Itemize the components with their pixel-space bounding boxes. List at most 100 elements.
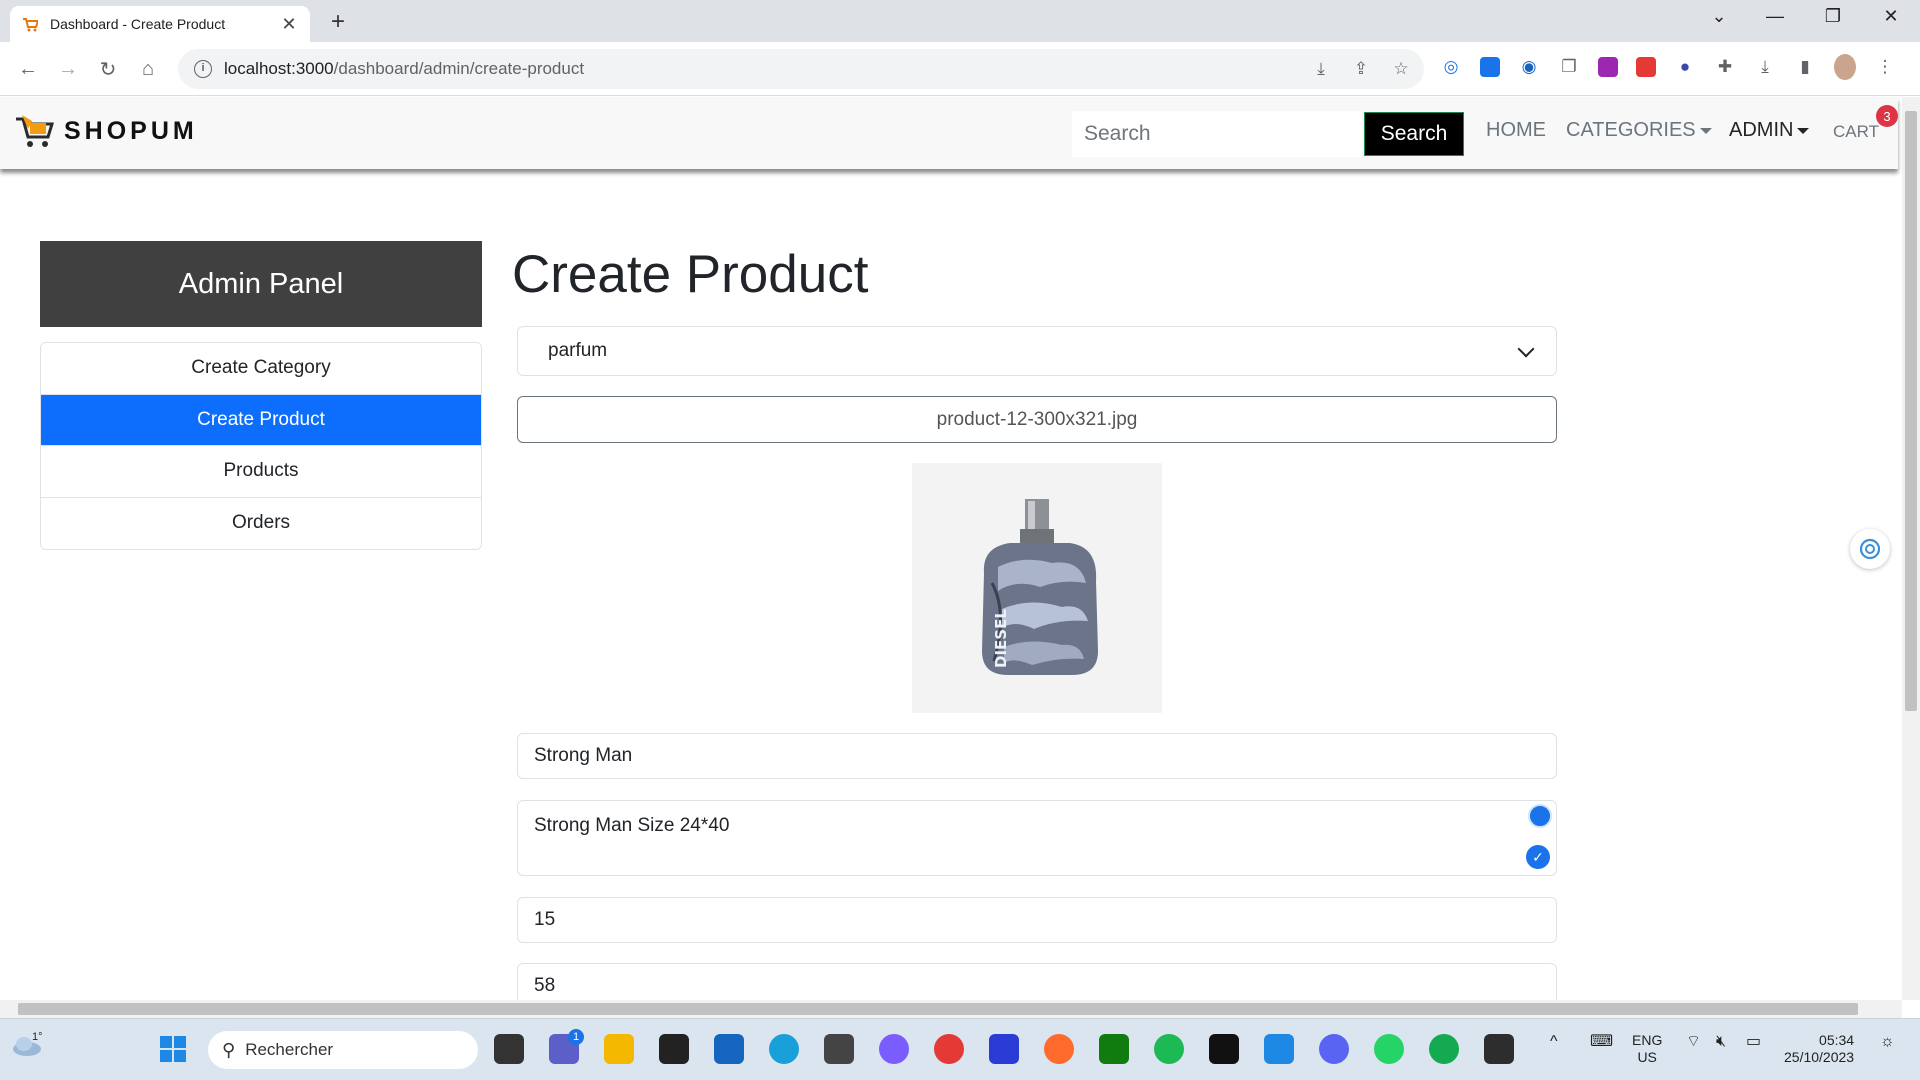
site-header: SHOPUM Search Search HOME CATEGORIES ADM… bbox=[0, 97, 1898, 169]
profile-avatar[interactable] bbox=[1834, 54, 1856, 80]
weather-widget[interactable]: 1° bbox=[10, 1031, 50, 1063]
battery-icon[interactable]: ▭ bbox=[1746, 1033, 1761, 1050]
browser-toolbar: ← → ↻ ⌂ i localhost:3000/dashboard/admin… bbox=[0, 42, 1920, 96]
extension-drop-icon[interactable] bbox=[1480, 57, 1500, 77]
extension-purple-icon[interactable] bbox=[1598, 57, 1618, 77]
show-hidden-icons-chevron-icon[interactable]: ^ bbox=[1550, 1033, 1558, 1050]
edge-icon[interactable] bbox=[769, 1034, 799, 1064]
back-icon[interactable]: ← bbox=[14, 55, 42, 83]
reload-icon[interactable]: ↻ bbox=[94, 55, 122, 83]
xbox-icon[interactable] bbox=[1099, 1034, 1129, 1064]
upload-photo-button[interactable]: product-12-300x321.jpg bbox=[517, 396, 1557, 443]
wifi-icon[interactable]: ⌔ bbox=[1686, 1033, 1701, 1050]
nav-home[interactable]: HOME bbox=[1486, 119, 1546, 142]
menu-create-product[interactable]: Create Product bbox=[41, 394, 481, 446]
url-text: localhost:3000/dashboard/admin/create-pr… bbox=[224, 59, 585, 78]
spotify-icon[interactable] bbox=[1154, 1034, 1184, 1064]
product-name-input[interactable]: Strong Man bbox=[517, 733, 1557, 779]
menu-orders[interactable]: Orders bbox=[41, 497, 481, 549]
product-description-textarea[interactable]: Strong Man Size 24*40 ✓ bbox=[517, 800, 1557, 876]
product-quantity-input[interactable]: 58 bbox=[517, 963, 1557, 1000]
notifications-icon[interactable]: ☼ bbox=[1880, 1033, 1895, 1050]
product-image-preview: DIESEL bbox=[912, 463, 1162, 713]
whatsapp-icon[interactable] bbox=[1374, 1034, 1404, 1064]
vscode-icon[interactable] bbox=[1264, 1034, 1294, 1064]
chrome-menu-icon[interactable]: ⋮ bbox=[1874, 57, 1896, 77]
search-input[interactable]: Search bbox=[1072, 111, 1362, 157]
taskbar-search[interactable]: ⚲ Rechercher bbox=[208, 1031, 478, 1069]
close-window-button[interactable]: ✕ bbox=[1876, 6, 1906, 27]
address-bar[interactable]: i localhost:3000/dashboard/admin/create-… bbox=[178, 49, 1424, 89]
horizontal-scroll-thumb[interactable] bbox=[18, 1003, 1858, 1015]
nav-categories[interactable]: CATEGORIES bbox=[1566, 119, 1712, 142]
browser-tab[interactable]: Dashboard - Create Product ✕ bbox=[10, 6, 310, 42]
shop-favicon-icon bbox=[22, 16, 40, 32]
chevron-down-icon bbox=[1517, 340, 1535, 358]
terminal-icon[interactable] bbox=[1484, 1034, 1514, 1064]
horizontal-scrollbar[interactable] bbox=[0, 1000, 1902, 1018]
menu-products[interactable]: Products bbox=[41, 446, 481, 498]
language-indicator[interactable]: ENG US bbox=[1632, 1032, 1662, 1066]
tab-search-chevron-icon[interactable]: ⌄ bbox=[1704, 6, 1734, 27]
windows-taskbar: 1° ⚲ Rechercher 1 ^ ⌨ ENG US ⌔ 🔇︎ ▭ 05:3… bbox=[0, 1018, 1920, 1080]
windows-start-icon[interactable] bbox=[158, 1034, 188, 1064]
website-viewport: SHOPUM Search Search HOME CATEGORIES ADM… bbox=[0, 97, 1902, 1000]
vertical-scroll-thumb[interactable] bbox=[1905, 111, 1917, 711]
search-icon: ⚲ bbox=[222, 1039, 236, 1060]
clock[interactable]: 05:34 25/10/2023 bbox=[1784, 1032, 1854, 1066]
new-tab-button[interactable]: + bbox=[326, 8, 350, 36]
admin-menu: Create Category Create Product Products … bbox=[40, 342, 482, 550]
tab-title: Dashboard - Create Product bbox=[50, 16, 226, 32]
cart-logo-icon bbox=[14, 111, 55, 151]
bookmark-star-icon[interactable]: ☆ bbox=[1390, 59, 1412, 79]
extension-wordpress-icon[interactable]: ◉ bbox=[1518, 57, 1540, 77]
perfume-bottle-image: DIESEL bbox=[982, 499, 1098, 675]
admin-panel-title: Admin Panel bbox=[40, 241, 482, 327]
postman-icon[interactable] bbox=[1044, 1034, 1074, 1064]
share-icon[interactable]: ⇪ bbox=[1350, 59, 1372, 79]
mongodb-icon[interactable] bbox=[1429, 1034, 1459, 1064]
product-price-input[interactable]: 15 bbox=[517, 897, 1557, 943]
restore-button[interactable]: ❐ bbox=[1818, 6, 1848, 27]
description-text: Strong Man Size 24*40 bbox=[534, 815, 730, 836]
page-title: Create Product bbox=[512, 245, 869, 304]
search-button[interactable]: Search bbox=[1364, 112, 1464, 156]
forward-icon[interactable]: → bbox=[54, 55, 82, 83]
home-icon[interactable]: ⌂ bbox=[134, 55, 162, 83]
extensions-puzzle-icon[interactable]: ✚ bbox=[1714, 57, 1736, 77]
chrome-icon[interactable] bbox=[934, 1034, 964, 1064]
task-view-icon[interactable] bbox=[494, 1034, 524, 1064]
close-tab-icon[interactable]: ✕ bbox=[280, 14, 298, 35]
ai-assistant-bubble-icon[interactable] bbox=[1850, 529, 1890, 569]
sticky-notes-icon[interactable] bbox=[659, 1034, 689, 1064]
microsoft-store-icon[interactable] bbox=[714, 1034, 744, 1064]
extension-red-icon[interactable] bbox=[1636, 57, 1656, 77]
nav-admin[interactable]: ADMIN bbox=[1729, 119, 1810, 142]
cart-count-badge: 3 bbox=[1876, 105, 1898, 127]
extension-circle-icon[interactable]: ◎ bbox=[1440, 57, 1462, 77]
check-circle-icon[interactable]: ✓ bbox=[1526, 845, 1550, 869]
app-blue-icon[interactable] bbox=[989, 1034, 1019, 1064]
nav-cart[interactable]: CART bbox=[1833, 122, 1879, 142]
grammar-extension-icon[interactable] bbox=[1528, 804, 1552, 828]
volume-muted-icon[interactable]: 🔇︎ bbox=[1716, 1033, 1726, 1050]
menu-create-category[interactable]: Create Category bbox=[41, 343, 481, 395]
keyboard-icon[interactable]: ⌨ bbox=[1590, 1033, 1613, 1050]
downloads-icon[interactable]: ⤓ bbox=[1754, 57, 1776, 77]
browser-tabstrip: Dashboard - Create Product ✕ + ⌄ — ❐ ✕ bbox=[0, 0, 1920, 42]
file-explorer-icon[interactable] bbox=[604, 1034, 634, 1064]
minimize-button[interactable]: — bbox=[1760, 6, 1790, 27]
weather-temp: 1° bbox=[32, 1031, 43, 1043]
category-select[interactable]: parfum bbox=[517, 326, 1557, 376]
brand[interactable]: SHOPUM bbox=[14, 111, 198, 151]
messenger-icon[interactable] bbox=[879, 1034, 909, 1064]
unity-icon[interactable] bbox=[824, 1034, 854, 1064]
affinity-icon[interactable] bbox=[1209, 1034, 1239, 1064]
side-panel-icon[interactable]: ▮ bbox=[1794, 57, 1816, 77]
install-app-icon[interactable]: ⤓ bbox=[1310, 59, 1332, 79]
site-info-icon[interactable]: i bbox=[194, 60, 212, 78]
discord-icon[interactable] bbox=[1319, 1034, 1349, 1064]
extension-globe-icon[interactable]: ● bbox=[1674, 57, 1696, 77]
vertical-scrollbar[interactable] bbox=[1902, 97, 1920, 1000]
extension-copy-icon[interactable]: ❐ bbox=[1558, 57, 1580, 77]
